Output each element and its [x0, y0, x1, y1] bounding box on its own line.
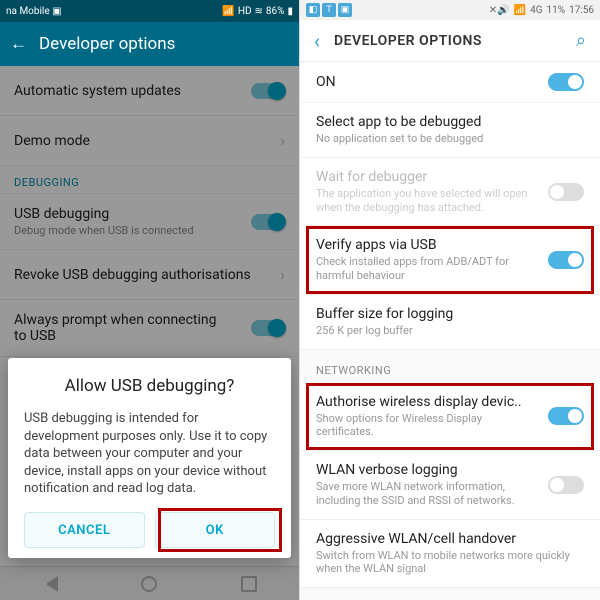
highlight-authorise-wireless — [306, 383, 594, 451]
app-header: ‹ DEVELOPER OPTIONS ⌕ — [300, 20, 600, 62]
page-title: Developer options — [39, 34, 175, 54]
clock: 17:56 — [569, 5, 594, 16]
section-networking: NETWORKING — [300, 350, 600, 383]
row-authorise-wireless[interactable]: Authorise wireless display devic.. Show … — [300, 383, 600, 452]
back-icon[interactable]: ‹ — [314, 29, 320, 53]
status-icon: T — [322, 3, 336, 17]
toggle-wlan-verbose[interactable] — [548, 476, 584, 494]
back-icon[interactable]: ← — [10, 34, 27, 54]
row-on[interactable]: ON — [300, 62, 600, 103]
network-label: 4G — [530, 5, 542, 16]
settings-list: ON Select app to be debugged No applicat… — [300, 62, 600, 600]
row-title: WLAN verbose logging — [316, 462, 538, 478]
hd-icon: HD — [238, 6, 252, 17]
row-select-app[interactable]: Select app to be debugged No application… — [300, 103, 600, 158]
status-bar: na Mobile ▣ 📶 HD ≋ 86% ▮ — [0, 0, 299, 22]
row-subtitle: 256 K per log buffer — [316, 324, 584, 338]
row-buffer-size[interactable]: Buffer size for logging 256 K per log bu… — [300, 295, 600, 350]
dialog-title: Allow USB debugging? — [24, 376, 275, 396]
row-subtitle: The application you have selected will o… — [316, 187, 538, 215]
row-title: Buffer size for logging — [316, 306, 584, 322]
app-header: ← Developer options — [0, 22, 299, 66]
row-verify-apps[interactable]: Verify apps via USB Check installed apps… — [300, 226, 600, 295]
left-screenshot: na Mobile ▣ 📶 HD ≋ 86% ▮ ← Developer opt… — [0, 0, 300, 600]
battery-pct: 11% — [547, 5, 566, 16]
carrier-icon: ▣ — [52, 6, 61, 17]
status-icon: ◧ — [306, 3, 320, 17]
row-subtitle: Switch from WLAN to mobile networks more… — [316, 549, 584, 577]
row-title: ON — [316, 74, 538, 90]
right-screenshot: ◧ T ▣ ✕🔊 📶 4G 11% 17:56 ‹ DEVELOPER OPTI… — [300, 0, 600, 600]
toggle-wait-debugger — [548, 183, 584, 201]
page-title: DEVELOPER OPTIONS — [334, 33, 562, 49]
signal-icon: 📶 — [222, 6, 234, 17]
row-wait-debugger: Wait for debugger The application you ha… — [300, 158, 600, 227]
battery-icon: ▮ — [287, 6, 293, 17]
mute-icon: ✕🔊 — [489, 5, 510, 16]
row-title: Wait for debugger — [316, 169, 538, 185]
search-icon[interactable]: ⌕ — [576, 30, 586, 51]
row-title: Select app to be debugged — [316, 114, 584, 130]
row-subtitle: No application set to be debugged — [316, 132, 584, 146]
status-bar: ◧ T ▣ ✕🔊 📶 4G 11% 17:56 — [300, 0, 600, 20]
row-wlan-verbose[interactable]: WLAN verbose logging Save more WLAN netw… — [300, 451, 600, 520]
dialog-body: USB debugging is intended for developmen… — [24, 410, 275, 498]
cancel-button[interactable]: CANCEL — [24, 512, 145, 548]
row-aggressive-handover[interactable]: Aggressive WLAN/cell handover Switch fro… — [300, 520, 600, 589]
row-subtitle: Save more WLAN network information, incl… — [316, 480, 538, 508]
wifi-icon: ≋ — [255, 6, 263, 17]
highlight-ok-button — [158, 508, 282, 552]
row-title: Aggressive WLAN/cell handover — [316, 531, 584, 547]
signal-icon: 📶 — [514, 5, 526, 16]
carrier-label: na Mobile — [6, 6, 50, 17]
toggle-on[interactable] — [548, 73, 584, 91]
status-icon: ▣ — [338, 3, 352, 17]
battery-pct: 86% — [266, 6, 285, 17]
highlight-verify-apps — [306, 226, 594, 294]
